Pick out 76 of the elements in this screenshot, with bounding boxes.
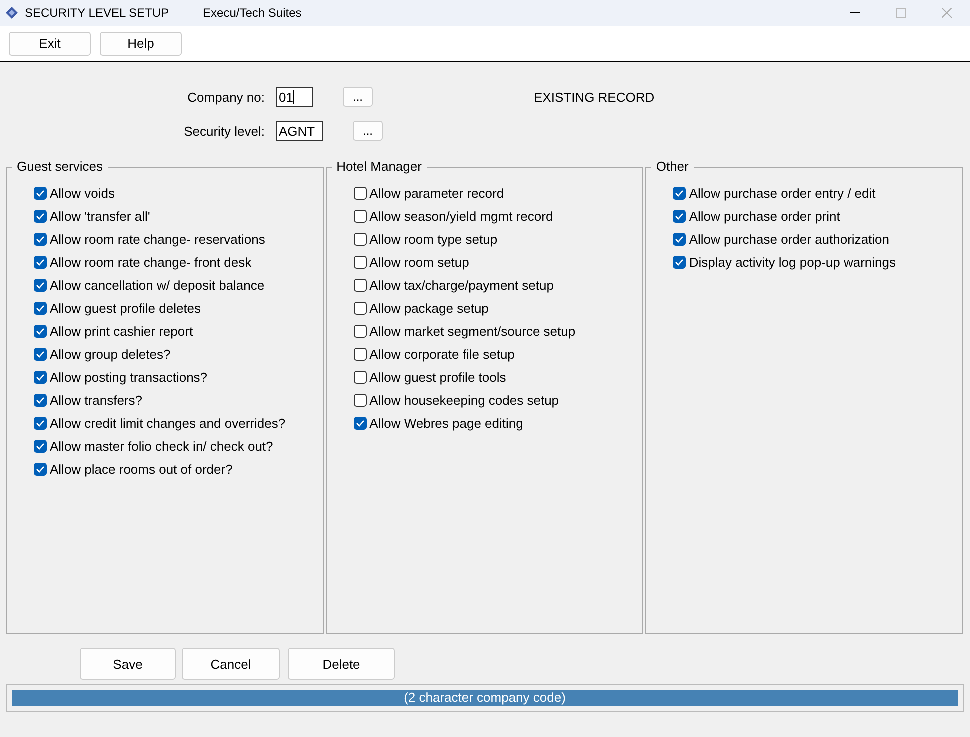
checkbox-label: Allow room rate change- reservations [50, 232, 266, 247]
checkbox[interactable] [354, 348, 367, 361]
checkbox-label: Allow print cashier report [50, 324, 194, 339]
checkbox-label: Allow guest profile tools [370, 370, 506, 385]
group-title: Guest services [12, 160, 108, 174]
record-status: EXISTING RECORD [534, 90, 655, 105]
checkbox-label: Allow tax/charge/payment setup [370, 278, 554, 293]
checkbox[interactable] [34, 187, 47, 200]
checkbox[interactable] [34, 256, 47, 269]
checkbox-label: Allow market segment/source setup [370, 324, 576, 339]
checkbox-label: Allow purchase order authorization [689, 232, 890, 247]
minimize-icon[interactable] [850, 12, 860, 14]
field-label: Security level: [183, 124, 265, 138]
checkbox[interactable] [354, 302, 367, 315]
app-logo-icon [5, 6, 19, 20]
checkbox[interactable] [673, 210, 686, 223]
checkbox[interactable] [34, 233, 47, 246]
checkbox-label: Allow credit limit changes and overrides? [50, 416, 286, 431]
checkbox[interactable] [673, 233, 686, 246]
checkbox[interactable] [354, 210, 367, 223]
toolbar-button[interactable]: Help [100, 32, 182, 56]
checkbox-label: Allow parameter record [370, 186, 504, 201]
checkbox[interactable] [354, 233, 367, 246]
checkbox-label: Allow master folio check in/ check out? [50, 439, 274, 454]
field-label: Company no: [186, 90, 265, 104]
checkbox-label: Allow housekeeping codes setup [370, 393, 560, 408]
checkbox[interactable] [34, 417, 47, 430]
checkbox-label: Allow purchase order print [689, 209, 840, 224]
checkbox-label: Allow voids [50, 186, 116, 201]
action-button[interactable]: Save [80, 648, 176, 680]
checkbox[interactable] [34, 348, 47, 361]
checkbox-label: Allow room setup [370, 255, 470, 270]
app-name: Execu/Tech Suites [203, 6, 302, 20]
window-title: SECURITY LEVEL SETUP [25, 6, 170, 20]
input-field[interactable]: AGNT [276, 121, 323, 141]
checkbox-label: Display activity log pop-up warnings [689, 255, 896, 270]
checkbox[interactable] [34, 210, 47, 223]
checkbox[interactable] [34, 371, 47, 384]
checkbox-label: Allow group deletes? [50, 347, 171, 362]
checkbox[interactable] [354, 325, 367, 338]
checkbox[interactable] [34, 279, 47, 292]
toolbar-button[interactable]: Exit [9, 32, 91, 56]
checkbox[interactable] [354, 279, 367, 292]
checkbox-label: Allow season/yield mgmt record [370, 209, 554, 224]
group-title: Other [651, 160, 694, 174]
lookup-button[interactable]: ... [343, 87, 373, 107]
checkbox-label: Allow guest profile deletes [50, 301, 202, 316]
checkbox-label: Allow cancellation w/ deposit balance [50, 278, 265, 293]
checkbox-label: Allow package setup [370, 301, 489, 316]
checkbox-label: Allow transfers? [50, 393, 142, 408]
checkbox-label: Allow Webres page editing [370, 416, 524, 431]
checkbox[interactable] [354, 371, 367, 384]
checkbox[interactable] [673, 256, 686, 269]
checkbox[interactable] [354, 394, 367, 407]
checkbox-label: Allow posting transactions? [50, 370, 208, 385]
checkbox-label: Allow corporate file setup [370, 347, 515, 362]
checkbox-label: Allow room type setup [370, 232, 498, 247]
input-field[interactable]: 01 [276, 87, 313, 107]
action-button[interactable]: Cancel [182, 648, 280, 680]
checkbox[interactable] [354, 417, 367, 430]
checkbox-label: Allow place rooms out of order? [50, 462, 233, 477]
checkbox[interactable] [34, 302, 47, 315]
status-bar: (2 character company code) [12, 690, 958, 706]
checkbox[interactable] [354, 187, 367, 200]
group-title: Hotel Manager [332, 160, 427, 174]
checkbox[interactable] [354, 256, 367, 269]
lookup-button[interactable]: ... [353, 121, 383, 141]
checkbox[interactable] [34, 440, 47, 453]
checkbox-label: Allow purchase order entry / edit [689, 186, 876, 201]
checkbox[interactable] [673, 187, 686, 200]
checkbox[interactable] [34, 325, 47, 338]
checkbox-label: Allow room rate change- front desk [50, 255, 252, 270]
checkbox-label: Allow 'transfer all' [50, 209, 150, 224]
action-button[interactable]: Delete [288, 648, 395, 680]
checkbox[interactable] [34, 463, 47, 476]
checkbox[interactable] [34, 394, 47, 407]
